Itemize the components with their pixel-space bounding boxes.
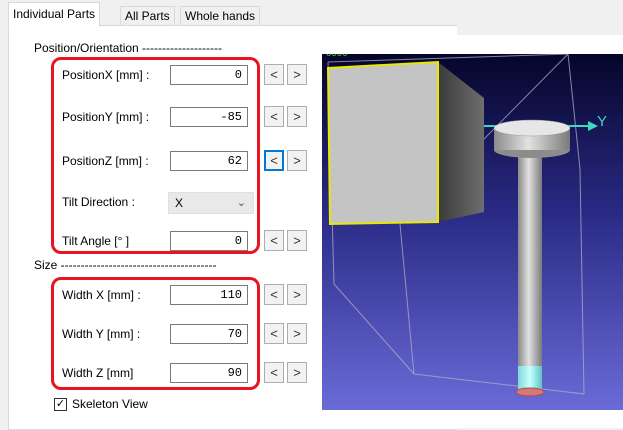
checkmark-icon: ✓ <box>55 398 66 410</box>
position-x-increment-button[interactable]: > <box>287 64 307 85</box>
tab-strip: Individual Parts All Parts Whole hands <box>8 0 473 27</box>
position-y-increment-button[interactable]: > <box>287 106 307 127</box>
width-z-increment-button[interactable]: > <box>287 362 307 383</box>
tilt-angle-increment-button[interactable]: > <box>287 230 307 251</box>
position-section-title: Position/Orientation -------------------… <box>34 41 222 55</box>
tab-individual-parts[interactable]: Individual Parts <box>8 2 101 27</box>
size-section-title: Size -----------------------------------… <box>34 258 217 272</box>
width-x-label: Width X [mm] : <box>62 288 141 302</box>
position-z-increment-button[interactable]: > <box>287 150 307 171</box>
skeleton-view-checkbox[interactable]: ✓ <box>54 398 67 411</box>
position-z-input[interactable]: 62 <box>170 151 248 171</box>
width-x-input[interactable]: 110 <box>170 285 248 305</box>
position-y-decrement-button[interactable]: < <box>264 106 284 127</box>
overlay-text-top: 0000 <box>326 54 348 59</box>
width-z-label: Width Z [mm] <box>62 366 134 380</box>
tilt-direction-label: Tilt Direction : <box>62 195 135 209</box>
position-y-label: PositionY [mm] : <box>62 110 150 124</box>
tilt-direction-select[interactable]: X ⌄ <box>168 192 254 214</box>
width-y-decrement-button[interactable]: < <box>264 323 284 344</box>
position-x-label: PositionX [mm] : <box>62 68 150 82</box>
position-z-decrement-button[interactable]: < <box>264 150 284 171</box>
skeleton-view-label: Skeleton View <box>72 397 148 411</box>
tab-whole-hands[interactable]: Whole hands <box>180 6 261 27</box>
width-x-increment-button[interactable]: > <box>287 284 307 305</box>
cube-front-face <box>326 60 439 226</box>
width-y-input[interactable]: 70 <box>170 324 248 344</box>
tab-all-parts[interactable]: All Parts <box>120 6 175 27</box>
tip-base <box>515 387 545 397</box>
chevron-down-icon: ⌄ <box>236 197 246 209</box>
width-z-decrement-button[interactable]: < <box>264 362 284 383</box>
tilt-angle-decrement-button[interactable]: < <box>264 230 284 251</box>
tilt-angle-input[interactable]: 0 <box>170 231 248 251</box>
position-y-input[interactable]: -85 <box>170 107 248 127</box>
width-z-input[interactable]: 90 <box>170 363 248 383</box>
position-x-input[interactable]: 0 <box>170 65 248 85</box>
width-x-decrement-button[interactable]: < <box>264 284 284 305</box>
y-axis-label: Y <box>597 113 607 130</box>
3d-viewport[interactable]: Y 0000 0000 <box>322 49 623 410</box>
tilt-angle-label: Tilt Angle [° ] <box>62 234 130 248</box>
width-y-increment-button[interactable]: > <box>287 323 307 344</box>
position-z-label: PositionZ [mm] : <box>62 154 149 168</box>
width-y-label: Width Y [mm] : <box>62 327 141 341</box>
cylinder-rod <box>518 142 542 384</box>
tilt-direction-value: X <box>175 196 184 210</box>
3d-scene: Y 0000 0000 <box>322 49 623 410</box>
disc-top <box>493 119 571 137</box>
position-x-decrement-button[interactable]: < <box>264 64 284 85</box>
